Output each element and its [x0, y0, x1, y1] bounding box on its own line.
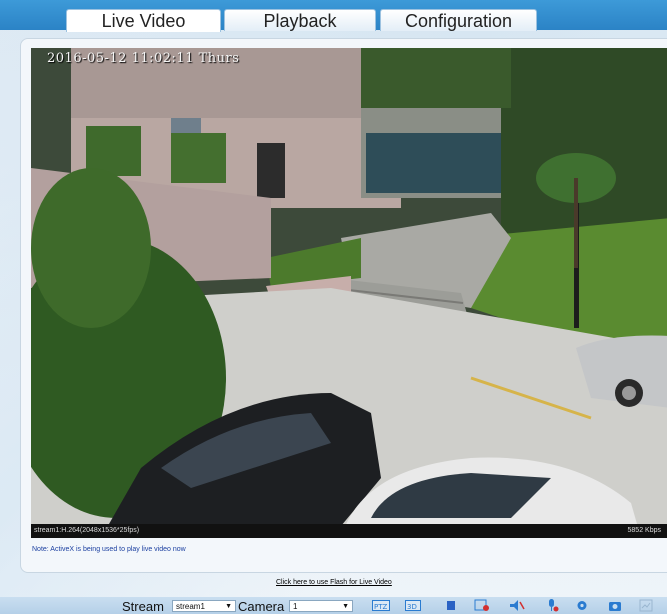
chevron-down-icon: ▼ — [225, 603, 232, 610]
activex-note: Note: ActiveX is being used to play live… — [32, 546, 186, 553]
audio-icon[interactable] — [509, 599, 525, 612]
stream-select[interactable]: stream1 ▼ — [172, 600, 236, 612]
chevron-down-icon: ▼ — [342, 603, 349, 610]
stream-select-value: stream1 — [176, 602, 205, 611]
tab-configuration[interactable]: Configuration — [380, 9, 537, 31]
settings-icon[interactable] — [575, 599, 589, 612]
svg-text:3D: 3D — [407, 603, 417, 611]
stream-info: stream1:H.264(2048x1536*25fps) — [34, 527, 140, 534]
stop-icon[interactable] — [444, 599, 458, 612]
top-tab-bar: Live Video Playback Configuration — [0, 0, 667, 32]
bottom-toolbar: Stream stream1 ▼ Camera 1 ▼ PTZ 3D — [0, 597, 667, 614]
camera-select-value: 1 — [293, 602, 298, 611]
tab-playback[interactable]: Playback — [224, 9, 376, 31]
snapshot-icon[interactable] — [608, 599, 622, 612]
stream-label: Stream — [122, 599, 164, 614]
video-status-bar: stream1:H.264(2048x1536*25fps) 5852 Kbps — [31, 524, 667, 538]
video-frame — [31, 48, 667, 538]
video-timestamp-overlay: 2016-05-12 11:02:11 Thurs — [47, 51, 240, 66]
svg-text:PTZ: PTZ — [374, 603, 387, 611]
live-video-view[interactable]: 2016-05-12 11:02:11 Thurs — [31, 48, 667, 538]
camera-label: Camera — [238, 599, 285, 614]
camera-select[interactable]: 1 ▼ — [289, 600, 353, 612]
ptz-icon[interactable]: PTZ — [372, 599, 390, 612]
mic-icon[interactable] — [544, 599, 559, 612]
bitrate: 5852 Kbps — [627, 527, 661, 534]
3d-zoom-icon[interactable]: 3D — [405, 599, 421, 612]
fullscreen-icon[interactable] — [639, 599, 653, 612]
record-icon[interactable] — [474, 599, 489, 612]
tab-live-video[interactable]: Live Video — [66, 9, 221, 32]
flash-live-video-link[interactable]: Click here to use Flash for Live Video — [276, 579, 392, 586]
